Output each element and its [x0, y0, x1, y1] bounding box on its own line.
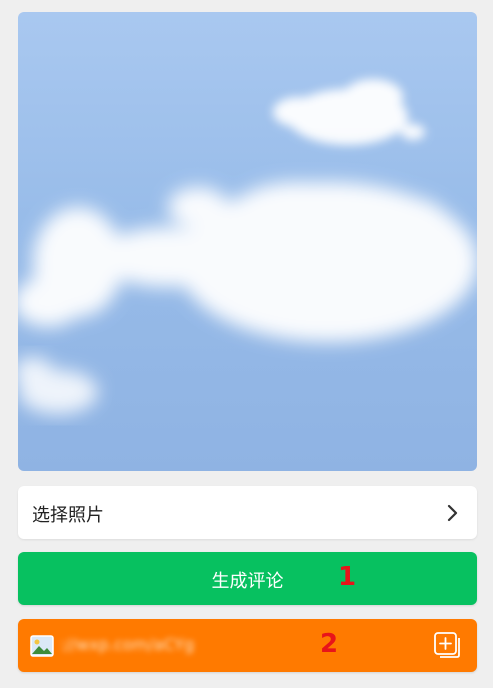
select-photo-label: 选择照片 [32, 505, 104, 526]
select-photo-row[interactable]: 选择照片 [18, 486, 477, 539]
annotation-marker-1: 1 [338, 562, 357, 592]
add-icon[interactable] [433, 631, 461, 659]
image-icon [30, 635, 54, 657]
chevron-right-icon [447, 504, 458, 522]
generate-comment-button[interactable]: 生成评论 1 [18, 552, 477, 605]
sky-clouds-image [18, 79, 477, 414]
generate-comment-label: 生成评论 [211, 571, 284, 592]
selected-photo [18, 12, 477, 471]
link-text: ://wxp.com/aCYg [60, 635, 195, 654]
annotation-marker-2: 2 [320, 629, 339, 659]
link-bar[interactable]: ://wxp.com/aCYg 2 [18, 619, 477, 672]
